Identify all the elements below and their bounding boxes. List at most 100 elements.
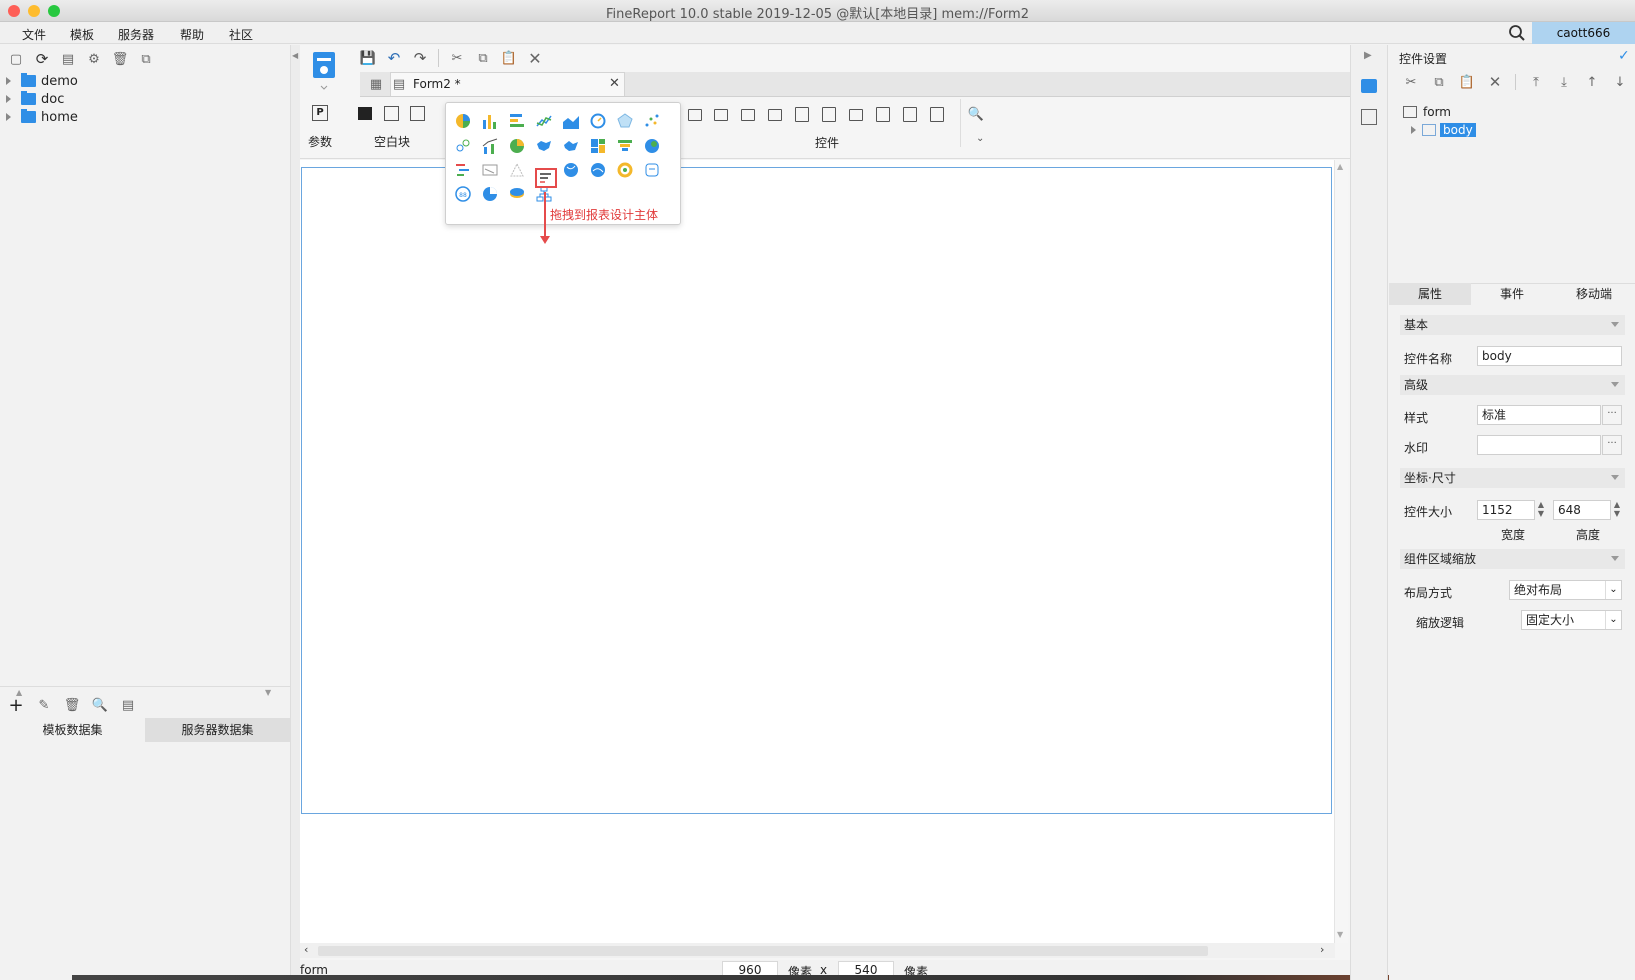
layout-mode-select[interactable]: 绝对布局 ⌄ [1509,580,1622,600]
horizontal-scroll-thumb[interactable] [318,946,1208,956]
grid-icon[interactable]: ▦ [368,76,384,92]
heat-map-chart-icon[interactable] [643,137,661,155]
delete-icon[interactable]: 🗑 [112,51,129,67]
undo-icon[interactable]: ↶ [386,49,402,67]
date-widget-icon[interactable] [822,107,836,122]
tab-template-dataset[interactable]: 模板数据集 [0,718,145,742]
paste-icon[interactable]: 📋 [501,50,517,66]
paste-icon[interactable]: 📋 [1459,74,1475,90]
word-cloud-chart-icon[interactable] [481,161,499,179]
cut-icon[interactable]: ✂ [449,50,465,66]
expand-icon[interactable] [6,77,11,85]
width-stepper[interactable]: ▲ ▼ [1535,500,1547,520]
combo-chart-icon[interactable] [481,137,499,155]
widget-height-input[interactable]: 648 [1553,500,1611,520]
section-advanced[interactable]: 高级 [1400,375,1625,395]
tree-widget-icon[interactable] [795,107,809,122]
label-widget-icon[interactable] [688,109,702,121]
left-splitter[interactable]: ◀ [290,45,300,980]
bar-chart-icon[interactable] [508,112,526,130]
component-library-icon[interactable] [1361,109,1377,125]
collapse-down-icon[interactable]: ▼ [265,688,271,697]
dataset-settings-icon[interactable]: ▤ [120,697,136,713]
expand-panel-icon[interactable]: ▶ [1364,50,1372,61]
menu-community[interactable]: 社区 [229,26,253,43]
redo-icon[interactable]: ↷ [412,49,428,67]
save-icon[interactable]: 💾 [360,50,376,66]
copy-icon[interactable]: ⧉ [475,50,491,66]
new-folder-icon[interactable]: ▢ [8,51,24,67]
delete-x-icon[interactable]: ✕ [1487,73,1503,91]
pin-icon[interactable]: ✓ [1618,48,1630,64]
widget-tree-body[interactable]: body [1411,121,1476,139]
panel-splitter[interactable]: ▲ ▼ [0,686,290,697]
split-layout-icon[interactable] [384,106,399,121]
radio-widget-icon[interactable] [930,107,944,122]
scroll-up-icon[interactable]: ▲ [1337,162,1343,171]
delete-x-icon[interactable]: ✕ [527,49,543,68]
move-bottom-icon[interactable]: ⤓ [1556,74,1572,90]
style-edit-button[interactable]: ··· [1602,405,1622,425]
section-coords-size[interactable]: 坐标·尺寸 [1400,468,1625,488]
menu-help[interactable]: 帮助 [180,26,204,43]
multi-pie-chart-icon[interactable] [508,137,526,155]
tab-mobile[interactable]: 移动端 [1553,283,1635,305]
copy-icon[interactable]: ⧉ [1431,74,1447,90]
watermark-input[interactable] [1477,435,1601,455]
style-input[interactable]: 标准 [1477,405,1601,425]
3d-globe-chart-icon[interactable] [589,161,607,179]
widget-settings-icon[interactable] [1361,79,1377,93]
vertical-scrollbar[interactable]: ▲ ▼ [1334,160,1348,943]
menu-template[interactable]: 模板 [70,26,94,43]
expand-icon[interactable] [6,95,11,103]
move-down-icon[interactable]: ↓ [1612,74,1628,90]
scroll-right-icon[interactable]: › [1320,943,1324,956]
radar-chart-icon[interactable] [616,112,634,130]
menu-file[interactable]: 文件 [22,26,46,43]
bubble-chart-icon[interactable] [454,137,472,155]
scale-logic-select[interactable]: 固定大小 ⌄ [1521,610,1622,630]
treemap-chart-icon[interactable] [589,137,607,155]
dashboard-chart-icon[interactable]: 88 [454,185,472,203]
height-stepper[interactable]: ▲ ▼ [1611,500,1623,520]
tree-item-doc[interactable]: doc [0,90,290,108]
number-widget-icon[interactable] [849,109,863,121]
3d-pie-chart-icon[interactable] [508,185,526,203]
selected-chart-widget[interactable] [535,168,557,188]
edit-icon[interactable]: ✎ [36,697,52,713]
area-chart-icon[interactable] [562,112,580,130]
search-icon[interactable] [1508,24,1526,42]
blank-block-icon[interactable] [358,107,372,120]
user-account-button[interactable]: caott666 [1532,22,1635,44]
query-widget-icon[interactable]: 🔍 [968,106,984,122]
open-icon[interactable]: ▤ [60,51,76,67]
add-icon[interactable]: + [8,695,24,716]
form-body[interactable] [301,167,1332,814]
copy-icon[interactable]: ⧉ [138,51,154,67]
settings-icon[interactable]: ⚙ [86,51,102,67]
scatter-chart-icon[interactable] [643,112,661,130]
watermark-edit-button[interactable]: ··· [1602,435,1622,455]
widget-tree-root[interactable]: form [1403,103,1476,121]
tab-layout-icon[interactable] [410,106,425,121]
scroll-left-icon[interactable]: ‹ [304,943,308,956]
menu-server[interactable]: 服务器 [118,26,154,43]
refresh-icon[interactable]: ⟳ [34,50,50,68]
section-basic[interactable]: 基本 [1400,315,1625,335]
progress-ring-chart-icon[interactable] [481,185,499,203]
collapse-left-icon[interactable]: ◀ [292,51,298,60]
map-chart-icon[interactable] [535,137,553,155]
delete-icon[interactable]: 🗑 [64,697,81,713]
section-zoom[interactable]: 组件区域缩放 [1400,549,1625,569]
column-chart-icon[interactable] [481,112,499,130]
move-top-icon[interactable]: ⤒ [1528,74,1544,90]
widget-width-input[interactable]: 1152 [1477,500,1535,520]
gantt-chart-icon[interactable] [454,161,472,179]
dropdown-widget-icon[interactable] [768,109,782,121]
tab-server-dataset[interactable]: 服务器数据集 [145,718,290,742]
preview-icon[interactable]: 🔍 [92,697,108,713]
funnel-chart-icon[interactable] [616,137,634,155]
tab-events[interactable]: 事件 [1471,283,1553,305]
move-up-icon[interactable]: ↑ [1584,74,1600,90]
ring-chart-icon[interactable] [616,161,634,179]
